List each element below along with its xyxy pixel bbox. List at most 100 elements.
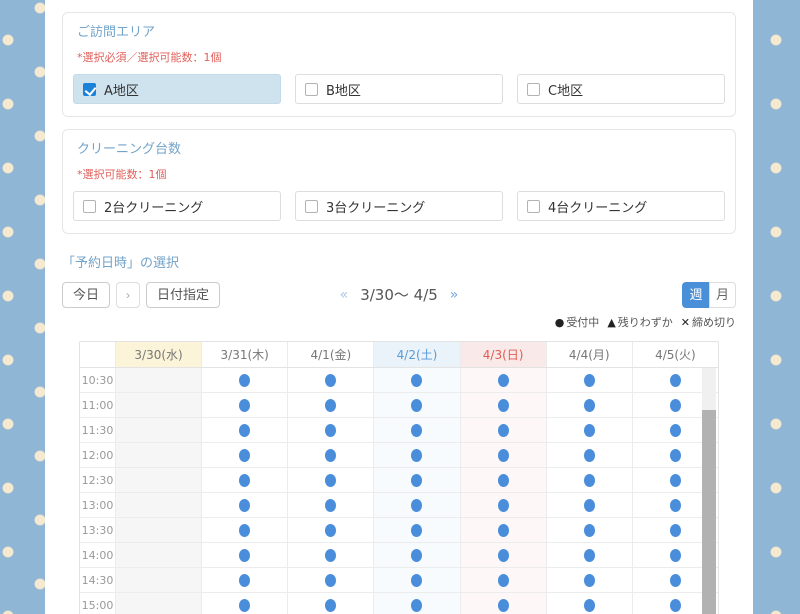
calendar-slot-cell[interactable] bbox=[201, 393, 287, 417]
calendar-slot-cell[interactable] bbox=[460, 368, 546, 392]
available-slot-icon[interactable] bbox=[584, 449, 595, 462]
available-slot-icon[interactable] bbox=[325, 399, 336, 412]
calendar-slot-cell[interactable] bbox=[373, 543, 459, 567]
calendar-slot-cell[interactable] bbox=[287, 593, 373, 614]
calendar-slot-cell[interactable] bbox=[201, 593, 287, 614]
week-view-button[interactable]: 週 bbox=[682, 282, 709, 308]
calendar-slot-cell[interactable] bbox=[201, 493, 287, 517]
available-slot-icon[interactable] bbox=[670, 574, 681, 587]
available-slot-icon[interactable] bbox=[670, 524, 681, 537]
calendar-slot-cell[interactable] bbox=[546, 443, 632, 467]
available-slot-icon[interactable] bbox=[670, 424, 681, 437]
available-slot-icon[interactable] bbox=[584, 374, 595, 387]
calendar-slot-cell[interactable] bbox=[546, 468, 632, 492]
available-slot-icon[interactable] bbox=[239, 449, 250, 462]
checkbox-unchecked-icon[interactable] bbox=[305, 83, 318, 96]
available-slot-icon[interactable] bbox=[325, 599, 336, 612]
checkbox-checked-icon[interactable] bbox=[83, 83, 96, 96]
calendar-slot-cell[interactable] bbox=[201, 443, 287, 467]
available-slot-icon[interactable] bbox=[584, 399, 595, 412]
available-slot-icon[interactable] bbox=[239, 424, 250, 437]
next-day-button[interactable]: › bbox=[116, 282, 140, 308]
calendar-slot-cell[interactable] bbox=[373, 568, 459, 592]
available-slot-icon[interactable] bbox=[670, 399, 681, 412]
available-slot-icon[interactable] bbox=[411, 499, 422, 512]
available-slot-icon[interactable] bbox=[239, 499, 250, 512]
available-slot-icon[interactable] bbox=[498, 399, 509, 412]
available-slot-icon[interactable] bbox=[584, 599, 595, 612]
available-slot-icon[interactable] bbox=[670, 549, 681, 562]
calendar-slot-cell[interactable] bbox=[373, 368, 459, 392]
date-picker-button[interactable]: 日付指定 bbox=[146, 282, 220, 308]
calendar-slot-cell[interactable] bbox=[201, 568, 287, 592]
available-slot-icon[interactable] bbox=[670, 449, 681, 462]
calendar-slot-cell[interactable] bbox=[201, 418, 287, 442]
available-slot-icon[interactable] bbox=[411, 524, 422, 537]
available-slot-icon[interactable] bbox=[411, 399, 422, 412]
available-slot-icon[interactable] bbox=[584, 549, 595, 562]
calendar-scrollbar-thumb[interactable] bbox=[702, 410, 716, 614]
calendar-slot-cell[interactable] bbox=[546, 393, 632, 417]
calendar-slot-cell[interactable] bbox=[546, 368, 632, 392]
available-slot-icon[interactable] bbox=[498, 374, 509, 387]
available-slot-icon[interactable] bbox=[325, 449, 336, 462]
calendar-scrollbar-track[interactable] bbox=[702, 368, 716, 614]
available-slot-icon[interactable] bbox=[325, 424, 336, 437]
calendar-slot-cell[interactable] bbox=[287, 543, 373, 567]
cleaning-count-option[interactable]: 4台クリーニング bbox=[517, 191, 725, 221]
visit-area-option[interactable]: A地区 bbox=[73, 74, 281, 104]
calendar-slot-cell[interactable] bbox=[373, 518, 459, 542]
available-slot-icon[interactable] bbox=[584, 424, 595, 437]
available-slot-icon[interactable] bbox=[411, 424, 422, 437]
available-slot-icon[interactable] bbox=[411, 374, 422, 387]
available-slot-icon[interactable] bbox=[584, 574, 595, 587]
calendar-slot-cell[interactable] bbox=[460, 543, 546, 567]
available-slot-icon[interactable] bbox=[239, 524, 250, 537]
calendar-slot-cell[interactable] bbox=[546, 568, 632, 592]
available-slot-icon[interactable] bbox=[325, 574, 336, 587]
available-slot-icon[interactable] bbox=[670, 599, 681, 612]
available-slot-icon[interactable] bbox=[239, 599, 250, 612]
available-slot-icon[interactable] bbox=[325, 499, 336, 512]
calendar-slot-cell[interactable] bbox=[373, 443, 459, 467]
available-slot-icon[interactable] bbox=[239, 399, 250, 412]
calendar-slot-cell[interactable] bbox=[373, 593, 459, 614]
available-slot-icon[interactable] bbox=[411, 449, 422, 462]
calendar-slot-cell[interactable] bbox=[287, 518, 373, 542]
available-slot-icon[interactable] bbox=[411, 549, 422, 562]
calendar-slot-cell[interactable] bbox=[287, 493, 373, 517]
calendar-slot-cell[interactable] bbox=[460, 468, 546, 492]
calendar-slot-cell[interactable] bbox=[287, 368, 373, 392]
visit-area-option[interactable]: B地区 bbox=[295, 74, 503, 104]
calendar-slot-cell[interactable] bbox=[201, 543, 287, 567]
calendar-slot-cell[interactable] bbox=[373, 418, 459, 442]
next-week-icon[interactable]: » bbox=[450, 287, 459, 303]
available-slot-icon[interactable] bbox=[584, 474, 595, 487]
available-slot-icon[interactable] bbox=[498, 474, 509, 487]
available-slot-icon[interactable] bbox=[498, 424, 509, 437]
available-slot-icon[interactable] bbox=[239, 474, 250, 487]
available-slot-icon[interactable] bbox=[498, 549, 509, 562]
available-slot-icon[interactable] bbox=[411, 599, 422, 612]
visit-area-option[interactable]: C地区 bbox=[517, 74, 725, 104]
calendar-slot-cell[interactable] bbox=[460, 418, 546, 442]
available-slot-icon[interactable] bbox=[584, 524, 595, 537]
checkbox-unchecked-icon[interactable] bbox=[527, 83, 540, 96]
available-slot-icon[interactable] bbox=[498, 499, 509, 512]
calendar-slot-cell[interactable] bbox=[287, 443, 373, 467]
calendar-slot-cell[interactable] bbox=[201, 368, 287, 392]
prev-week-icon[interactable]: « bbox=[340, 287, 349, 303]
available-slot-icon[interactable] bbox=[498, 574, 509, 587]
calendar-slot-cell[interactable] bbox=[373, 468, 459, 492]
checkbox-unchecked-icon[interactable] bbox=[305, 200, 318, 213]
calendar-slot-cell[interactable] bbox=[460, 593, 546, 614]
available-slot-icon[interactable] bbox=[239, 549, 250, 562]
calendar-slot-cell[interactable] bbox=[373, 493, 459, 517]
available-slot-icon[interactable] bbox=[498, 599, 509, 612]
today-button[interactable]: 今日 bbox=[62, 282, 110, 308]
calendar-slot-cell[interactable] bbox=[201, 468, 287, 492]
available-slot-icon[interactable] bbox=[325, 374, 336, 387]
checkbox-unchecked-icon[interactable] bbox=[83, 200, 96, 213]
calendar-slot-cell[interactable] bbox=[287, 468, 373, 492]
cleaning-count-option[interactable]: 2台クリーニング bbox=[73, 191, 281, 221]
